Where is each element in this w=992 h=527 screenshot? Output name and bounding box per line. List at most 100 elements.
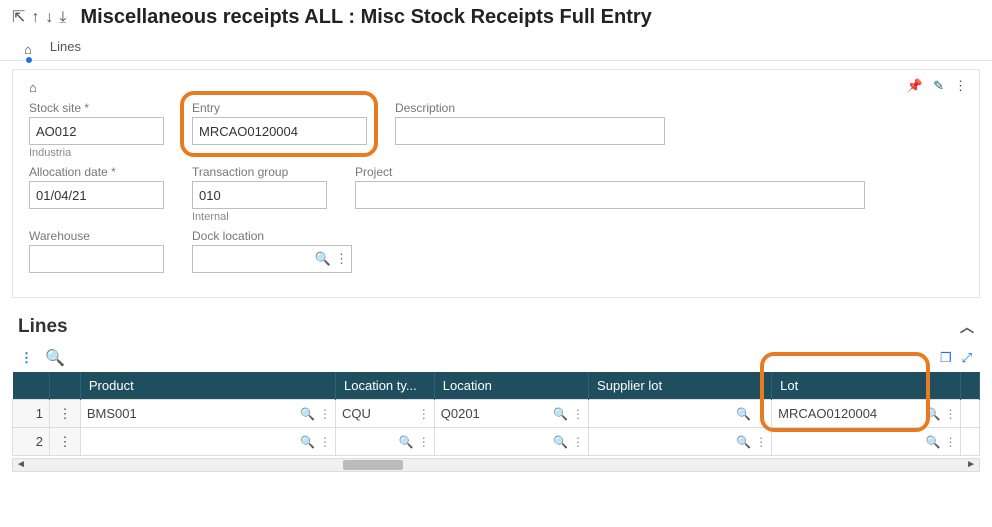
vdots-icon[interactable]: ⋮	[418, 435, 430, 449]
pin-icon[interactable]: 📌	[907, 78, 923, 94]
row-menu-icon[interactable]: ⋮	[50, 400, 81, 428]
field-txn-group: Transaction group Internal	[192, 165, 327, 223]
cell-loc-type[interactable]: CQU⋮	[336, 400, 435, 428]
lines-table: Product Location ty... Location Supplier…	[12, 372, 980, 456]
table-header-row: Product Location ty... Location Supplier…	[13, 372, 980, 400]
input-description[interactable]	[395, 117, 665, 145]
vdots-icon[interactable]: ⋮	[418, 407, 430, 421]
cell-overflow	[961, 428, 980, 456]
search-icon[interactable]: 🔍	[300, 435, 315, 449]
input-stock-site[interactable]	[29, 117, 164, 145]
field-warehouse: Warehouse	[29, 229, 164, 273]
vdots-icon[interactable]: ⋮	[572, 435, 584, 449]
lines-title: Lines	[18, 316, 68, 338]
label-txn-group: Transaction group	[192, 165, 327, 179]
table-row[interactable]: 1 ⋮ BMS001🔍⋮ CQU⋮ Q0201🔍⋮ 🔍⋮ MRCAO012000…	[13, 400, 980, 428]
vdots-icon[interactable]: ⋮	[319, 435, 331, 449]
nav-down-icon[interactable]: ↓	[45, 10, 53, 26]
cell-overflow	[961, 400, 980, 428]
scroll-thumb[interactable]	[343, 460, 403, 470]
cell-location[interactable]: Q0201🔍⋮	[434, 400, 588, 428]
label-description: Description	[395, 101, 665, 115]
search-icon[interactable]: 🔍	[736, 407, 751, 421]
header-panel: ⌂ 📌 ✎ ⋮ Stock site * Industria Entry Des…	[12, 69, 980, 298]
expand-icon[interactable]: ⤢	[962, 350, 972, 366]
vdots-icon[interactable]: ⋮	[335, 251, 348, 267]
search-icon[interactable]: 🔍	[553, 407, 568, 421]
row-menu-icon[interactable]: ⋮	[50, 428, 81, 456]
col-location[interactable]: Location	[434, 372, 588, 400]
tab-lines[interactable]: Lines	[50, 39, 81, 60]
sub-stock-site: Industria	[29, 147, 164, 159]
vdots-icon[interactable]: ⋮	[944, 407, 956, 421]
horizontal-scrollbar[interactable]: ◄ ►	[12, 458, 980, 472]
cell-rownum: 1	[13, 400, 50, 428]
pencil-icon[interactable]: ✎	[933, 78, 944, 94]
panel-tools: 📌 ✎ ⋮	[907, 78, 967, 94]
vdots-icon[interactable]: ⋮	[755, 407, 767, 421]
field-entry: Entry	[192, 101, 367, 159]
search-icon[interactable]: 🔍	[399, 435, 414, 449]
label-warehouse: Warehouse	[29, 229, 164, 243]
col-supplier-lot[interactable]: Supplier lot	[589, 372, 772, 400]
page-title: Miscellaneous receipts ALL : Misc Stock …	[80, 6, 651, 29]
col-overflow	[961, 372, 980, 400]
field-project: Project	[355, 165, 865, 223]
field-dock: Dock location 🔍 ⋮	[192, 229, 352, 273]
nav-up-icon[interactable]: ↑	[31, 10, 39, 26]
table-row[interactable]: 2 ⋮ 🔍⋮ 🔍⋮ 🔍⋮ 🔍⋮ 🔍⋮	[13, 428, 980, 456]
cell-product[interactable]: BMS001🔍⋮	[80, 400, 335, 428]
search-icon[interactable]: 🔍	[315, 251, 331, 267]
nav-first-icon[interactable]: ⇱	[12, 10, 25, 26]
home-icon[interactable]: ⌂	[24, 42, 32, 57]
input-project[interactable]	[355, 181, 865, 209]
nav-icons: ⇱ ↑ ↓ ⤓	[12, 10, 66, 26]
search-icon[interactable]: 🔍	[300, 407, 315, 421]
input-warehouse[interactable]	[29, 245, 164, 273]
section-title-lines: Lines ︿	[18, 316, 974, 338]
label-allocation-date: Allocation date *	[29, 165, 164, 179]
vdots-icon[interactable]: ⋮	[954, 78, 967, 94]
field-description: Description	[395, 101, 665, 159]
vdots-icon[interactable]: ⋮	[572, 407, 584, 421]
search-icon[interactable]: 🔍	[925, 407, 940, 421]
vdots-icon[interactable]: ⋮	[944, 435, 956, 449]
col-loc-type[interactable]: Location ty...	[336, 372, 435, 400]
input-entry[interactable]	[192, 117, 367, 145]
search-icon[interactable]: 🔍	[736, 435, 751, 449]
label-stock-site: Stock site *	[29, 101, 164, 115]
field-stock-site: Stock site * Industria	[29, 101, 164, 159]
cell-loc-type[interactable]: 🔍⋮	[336, 428, 435, 456]
search-icon[interactable]: 🔍	[553, 435, 568, 449]
vdots-icon[interactable]: ⋮	[755, 435, 767, 449]
col-product[interactable]: Product	[80, 372, 335, 400]
chevron-up-icon[interactable]: ︿	[960, 317, 974, 337]
cell-supplier-lot[interactable]: 🔍⋮	[589, 428, 772, 456]
top-bar: ⇱ ↑ ↓ ⤓ Miscellaneous receipts ALL : Mis…	[0, 0, 992, 35]
nav-last-icon[interactable]: ⤓	[59, 10, 66, 26]
cell-supplier-lot[interactable]: 🔍⋮	[589, 400, 772, 428]
cube-icon[interactable]: ❒	[940, 350, 952, 366]
cell-lot[interactable]: MRCAO0120004🔍⋮	[772, 400, 961, 428]
search-icon[interactable]: 🔍	[925, 435, 940, 449]
cell-location[interactable]: 🔍⋮	[434, 428, 588, 456]
tab-bar: ⌂ Lines	[0, 35, 992, 61]
breadcrumb-home-icon[interactable]: ⌂	[29, 80, 37, 95]
cell-lot[interactable]: 🔍⋮	[772, 428, 961, 456]
col-rownum	[13, 372, 50, 400]
grid-lines: ⋮ 🔍 ❒ ⤢ Product Location ty... Location …	[12, 344, 980, 456]
col-lot[interactable]: Lot	[772, 372, 961, 400]
grid-menu-icon[interactable]: ⋮	[20, 350, 33, 366]
search-icon[interactable]: 🔍	[45, 348, 65, 368]
vdots-icon[interactable]: ⋮	[319, 407, 331, 421]
input-txn-group[interactable]	[192, 181, 327, 209]
field-allocation-date: Allocation date *	[29, 165, 164, 223]
label-entry: Entry	[192, 101, 367, 115]
cell-product[interactable]: 🔍⋮	[80, 428, 335, 456]
scroll-left-icon[interactable]: ◄	[13, 459, 29, 470]
label-project: Project	[355, 165, 865, 179]
input-allocation-date[interactable]	[29, 181, 164, 209]
col-handle	[50, 372, 81, 400]
scroll-right-icon[interactable]: ►	[963, 459, 979, 470]
sub-txn-group: Internal	[192, 211, 327, 223]
